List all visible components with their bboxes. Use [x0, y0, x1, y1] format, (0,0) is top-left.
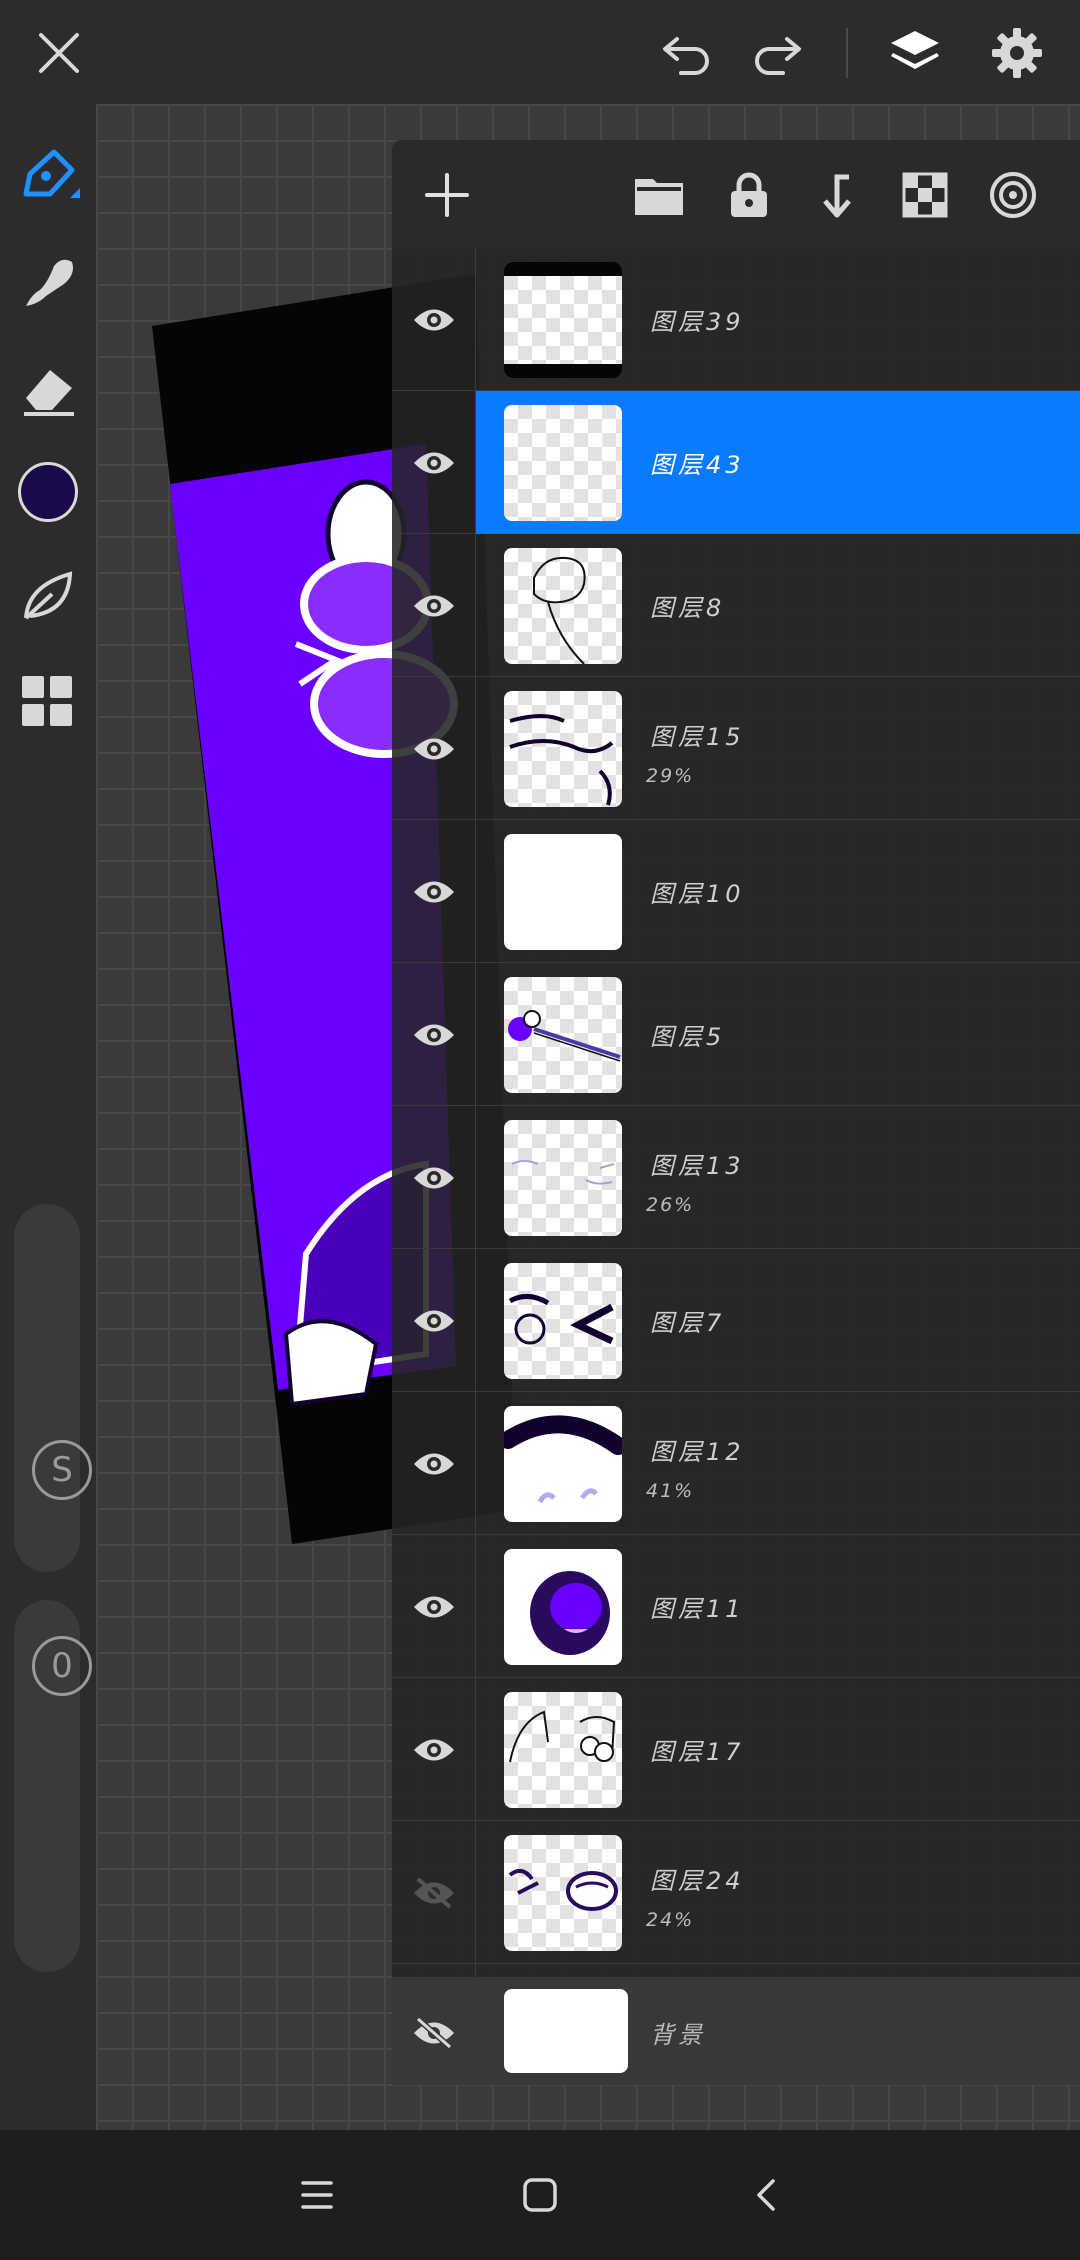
layer-opacity: 26% — [646, 1194, 695, 1216]
layer-opacity: 29% — [646, 765, 695, 787]
layer-name: 图层17 — [650, 1738, 745, 1766]
layer-thumbnail — [504, 1692, 622, 1808]
layer-thumbnail — [504, 1120, 622, 1236]
eye-icon[interactable] — [410, 1299, 458, 1343]
eye-icon[interactable] — [410, 584, 458, 628]
lock-icon[interactable] — [714, 160, 784, 230]
home-icon[interactable] — [505, 2160, 575, 2230]
transparency-icon[interactable] — [890, 160, 960, 230]
layer-thumbnail — [504, 834, 622, 950]
layer-name: 图层10 — [650, 880, 745, 908]
layer-thumbnail — [504, 1835, 622, 1951]
clipping-icon[interactable] — [978, 160, 1048, 230]
grid-menu-icon[interactable] — [12, 666, 84, 738]
layers-panel: 图层39 图层43 图层8 图层15 29% 图层10 图层5 图层13 26%… — [392, 140, 1080, 2085]
layer-name: 图层15 — [650, 723, 745, 751]
undo-icon[interactable] — [652, 18, 722, 88]
layer-row[interactable]: 图层39 — [392, 248, 1080, 391]
toolbar-divider — [846, 28, 848, 78]
folder-icon[interactable] — [624, 160, 694, 230]
layer-row[interactable]: 图层15 29% — [392, 677, 1080, 820]
brush-size-slider[interactable]: S — [14, 1204, 92, 1572]
eraser-icon[interactable] — [12, 352, 84, 424]
eye-icon[interactable] — [410, 870, 458, 914]
layer-row[interactable]: 图层13 26% — [392, 1106, 1080, 1249]
layers-icon[interactable] — [880, 18, 950, 88]
eye-icon[interactable] — [410, 1156, 458, 1200]
system-nav-bar — [0, 2130, 1080, 2260]
layer-thumbnail — [504, 691, 622, 807]
eye-icon[interactable] — [410, 298, 458, 342]
layers-toolbar — [392, 140, 1080, 248]
layer-name: 图层7 — [650, 1309, 726, 1337]
opacity-slider[interactable]: 0 — [14, 1600, 92, 1972]
left-tool-sidebar: S 0 — [0, 104, 96, 2130]
top-toolbar — [0, 0, 1080, 104]
layer-name: 图层12 — [650, 1438, 745, 1466]
eye-icon[interactable] — [410, 727, 458, 771]
layer-opacity: 41% — [646, 1480, 695, 1502]
layer-list: 图层39 图层43 图层8 图层15 29% 图层10 图层5 图层13 26%… — [392, 248, 1080, 1964]
back-icon[interactable] — [732, 2160, 802, 2230]
layer-name: 图层13 — [650, 1152, 745, 1180]
leaf-brush-icon[interactable] — [12, 560, 84, 632]
layer-row[interactable]: 图层24 24% — [392, 1821, 1080, 1964]
opacity-knob[interactable]: 0 — [32, 1636, 92, 1696]
layer-row[interactable]: 图层8 — [392, 534, 1080, 677]
layer-row[interactable]: 图层5 — [392, 963, 1080, 1106]
eye-icon[interactable] — [410, 1013, 458, 1057]
layer-thumbnail — [504, 1406, 622, 1522]
layer-name: 图层39 — [650, 308, 745, 336]
eye-icon[interactable] — [410, 1442, 458, 1486]
eye-icon[interactable] — [410, 1728, 458, 1772]
layer-thumbnail — [504, 405, 622, 521]
color-swatch[interactable] — [12, 456, 84, 528]
layer-thumbnail — [504, 548, 622, 664]
layer-name: 图层24 — [650, 1867, 745, 1895]
redo-icon[interactable] — [742, 18, 812, 88]
merge-down-icon[interactable] — [802, 160, 872, 230]
layer-row[interactable]: 图层7 — [392, 1249, 1080, 1392]
layer-name: 图层5 — [650, 1023, 726, 1051]
eye-icon[interactable] — [410, 441, 458, 485]
layer-row[interactable]: 图层12 41% — [392, 1392, 1080, 1535]
pen-tool-icon[interactable] — [12, 140, 84, 212]
layer-row[interactable]: 图层11 — [392, 1535, 1080, 1678]
layer-thumbnail — [504, 262, 622, 378]
background-layer-row[interactable]: 背景 — [392, 1977, 1080, 2085]
eye-hidden-icon[interactable] — [410, 1871, 458, 1915]
eye-icon[interactable] — [410, 1585, 458, 1629]
background-thumbnail — [504, 1989, 628, 2073]
close-icon[interactable] — [24, 18, 94, 88]
settings-icon[interactable] — [982, 18, 1052, 88]
layer-name: 图层43 — [650, 451, 745, 479]
layer-opacity: 24% — [646, 1909, 695, 1931]
layer-row[interactable]: 图层17 — [392, 1678, 1080, 1821]
layer-name: 图层8 — [650, 594, 726, 622]
recent-apps-icon[interactable] — [282, 2160, 352, 2230]
layer-row[interactable]: 图层10 — [392, 820, 1080, 963]
add-layer-icon[interactable] — [412, 160, 482, 230]
eye-hidden-icon[interactable] — [410, 2011, 458, 2055]
layer-row-selected[interactable]: 图层43 — [392, 391, 1080, 534]
brush-size-knob[interactable]: S — [32, 1440, 92, 1500]
layer-name: 图层11 — [650, 1595, 745, 1623]
layer-thumbnail — [504, 1263, 622, 1379]
layer-thumbnail — [504, 1549, 622, 1665]
layer-thumbnail — [504, 977, 622, 1093]
smudge-brush-icon[interactable] — [12, 246, 84, 318]
background-layer-name: 背景 — [650, 2021, 706, 2049]
